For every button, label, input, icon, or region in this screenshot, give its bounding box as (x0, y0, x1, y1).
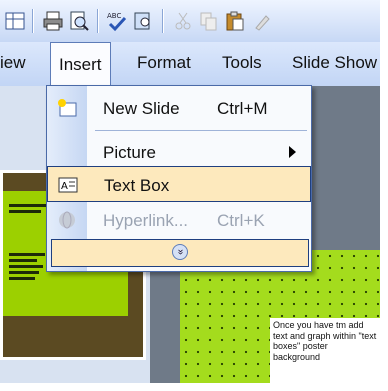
copy-icon[interactable] (198, 10, 220, 32)
new-slide-icon (58, 99, 77, 117)
paste-icon[interactable] (224, 10, 246, 32)
hyperlink-icon (59, 211, 75, 229)
format-painter-icon[interactable] (252, 10, 274, 32)
picture-label: Picture (103, 143, 156, 162)
print-preview-icon[interactable] (68, 10, 90, 32)
text-box-icon: A (58, 177, 78, 193)
menu-tools[interactable]: Tools (222, 53, 262, 73)
svg-text:ABC: ABC (107, 12, 121, 20)
menu-insert[interactable]: Insert (50, 42, 111, 86)
toolbar-grid-icon[interactable] (4, 10, 26, 32)
expand-menu-button[interactable]: » (51, 239, 309, 267)
new-slide-shortcut: Ctrl+M (217, 99, 268, 118)
menu-item-text-box[interactable]: A Text Box (47, 166, 311, 202)
menu-slide-show[interactable]: Slide Show (292, 53, 377, 73)
insert-menu: New Slide Ctrl+M Picture A Text Box Hype… (46, 85, 312, 272)
new-slide-label: New Slide (103, 99, 180, 118)
text-box-label: Text Box (104, 176, 170, 195)
hyperlink-label: Hyperlink... (103, 211, 189, 230)
menu-view[interactable]: iew (0, 53, 26, 73)
hyperlink-shortcut: Ctrl+K (217, 211, 265, 230)
standard-toolbar: ABC (0, 0, 380, 42)
slide-text-box[interactable]: Once you have tm add text and graph with… (270, 318, 380, 383)
app-window: ABC iew Insert Format Tools Slide Show O… (0, 0, 380, 383)
svg-text:A: A (61, 181, 68, 192)
menu-item-picture[interactable]: Picture (47, 134, 311, 170)
menu-separator (95, 130, 307, 131)
print-icon[interactable] (42, 10, 64, 32)
research-icon[interactable] (132, 10, 154, 32)
spelling-icon[interactable]: ABC (106, 10, 128, 32)
double-chevron-down-icon: » (172, 244, 188, 260)
menu-item-new-slide[interactable]: New Slide Ctrl+M (47, 90, 311, 126)
menu-format[interactable]: Format (137, 53, 191, 73)
submenu-arrow-icon (289, 146, 296, 158)
menu-item-hyperlink[interactable]: Hyperlink... Ctrl+K (47, 202, 311, 238)
cut-icon[interactable] (172, 10, 194, 32)
menu-bar: iew Insert Format Tools Slide Show (0, 42, 380, 86)
